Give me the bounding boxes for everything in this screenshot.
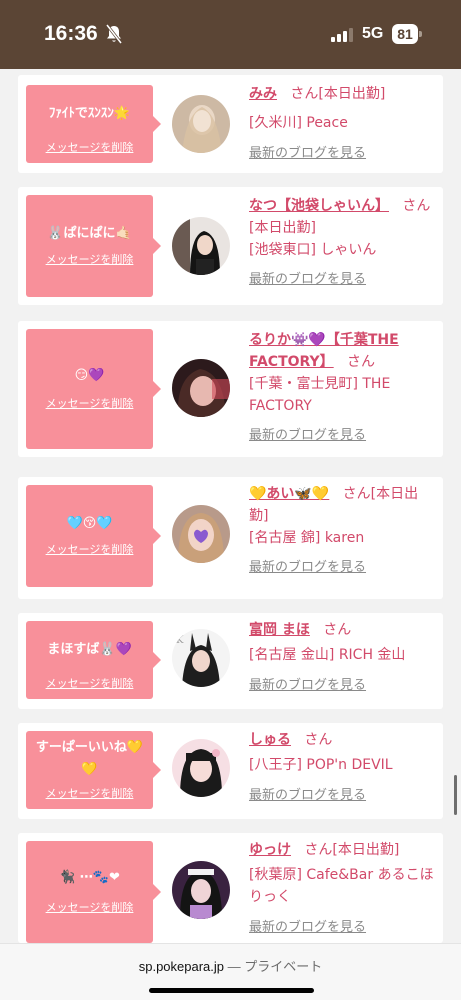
cast-name-link[interactable]: 富岡 まほ — [249, 622, 310, 638]
latest-blog-link[interactable]: 最新のブログを見る — [249, 557, 437, 579]
cast-info: みみ さん[本日出勤] [久米川] Peace 最新のブログを見る — [249, 83, 437, 165]
latest-blog-link[interactable]: 最新のブログを見る — [249, 675, 437, 697]
signal-icon — [331, 28, 353, 42]
cast-name-link[interactable]: みみ — [249, 86, 277, 102]
latest-blog-link[interactable]: 最新のブログを見る — [249, 785, 437, 807]
message-bubble: まほすば🐰💜 メッセージを削除 — [26, 621, 161, 699]
message-text: ﾌｧｲﾄでｽﾝｽﾝ🌟 — [48, 106, 131, 121]
address-bar[interactable]: sp.pokepara.jp — プライベート — [0, 956, 461, 975]
message-bubble: 🩵😚🩵 メッセージを削除 — [26, 485, 161, 587]
message-list: ﾌｧｲﾄでｽﾝｽﾝ🌟 メッセージを削除 みみ さん[本日出勤] [久米川] Pe… — [0, 69, 461, 943]
latest-blog-link[interactable]: 最新のブログを見る — [249, 425, 437, 447]
network-type: 5G — [362, 25, 384, 42]
domain-text: sp.pokepara.jp — [138, 959, 225, 974]
message-bubble: 😏💜 メッセージを削除 — [26, 329, 161, 449]
battery-level: 81 — [392, 24, 418, 44]
message-text: 🩵😚🩵 — [66, 516, 113, 531]
delete-message-link[interactable]: メッセージを削除 — [26, 675, 153, 691]
message-text: 🐈‍⬛ ⋯🐾❤ — [59, 870, 120, 885]
message-card: ﾌｧｲﾄでｽﾝｽﾝ🌟 メッセージを削除 みみ さん[本日出勤] [久米川] Pe… — [18, 75, 443, 173]
status-bar: 16:36 5G 81 — [0, 0, 461, 69]
avatar[interactable] — [172, 359, 230, 417]
shop-name: [秋葉原] Cafe&Bar あるこほりっく — [249, 867, 434, 905]
battery-icon: 81 — [392, 24, 422, 44]
message-card: 🐰ぱにぱに🤙🏻 メッセージを削除 なつ【池袋しゃいん】 さん[本日出勤] [池袋… — [18, 187, 443, 305]
latest-blog-link[interactable]: 最新のブログを見る — [249, 269, 437, 291]
cast-name-link[interactable]: るりか👾💜【千葉THE FACTORY】 — [249, 332, 399, 370]
cast-name-link[interactable]: 💛あい🦋💛 — [249, 486, 329, 502]
attendance: [本日出勤] — [332, 842, 400, 858]
cast-info: 富岡 まほ さん [名古屋 金山] RICH 金山 最新のブログを見る — [249, 619, 437, 697]
browser-bottom-bar: sp.pokepara.jp — プライベート — [0, 943, 461, 1000]
latest-blog-link[interactable]: 最新のブログを見る — [249, 143, 437, 165]
delete-message-link[interactable]: メッセージを削除 — [26, 251, 153, 267]
delete-message-link[interactable]: メッセージを削除 — [26, 785, 153, 801]
cast-info: ゆっけ さん[本日出勤] [秋葉原] Cafe&Bar あるこほりっく 最新のブ… — [249, 839, 437, 939]
message-text: 🐰ぱにぱに🤙🏻 — [47, 226, 132, 241]
clock: 16:36 — [44, 22, 98, 45]
message-bubble: 🐈‍⬛ ⋯🐾❤ メッセージを削除 — [26, 841, 161, 943]
message-text: 😏💜 — [74, 368, 105, 383]
cast-info: しゅる さん [八王子] POP'n DEVIL 最新のブログを見る — [249, 729, 437, 807]
private-label: プライベート — [244, 959, 323, 974]
cast-name-link[interactable]: しゅる — [249, 732, 291, 748]
avatar[interactable] — [172, 861, 230, 919]
shop-name: [八王子] POP'n DEVIL — [249, 757, 393, 773]
cast-name-link[interactable]: ゆっけ — [249, 842, 291, 858]
attendance: [本日出勤] — [318, 86, 386, 102]
cast-info: なつ【池袋しゃいん】 さん[本日出勤] [池袋東口] しゃいん 最新のブログを見… — [249, 195, 437, 291]
cast-info: るりか👾💜【千葉THE FACTORY】 さん [千葉・富士見町] THE FA… — [249, 329, 437, 447]
shop-name: [名古屋 錦] karen — [249, 530, 365, 546]
avatar[interactable] — [172, 739, 230, 797]
svg-text:K: K — [176, 635, 184, 646]
message-text: すーぱーいいね💛💛 — [35, 740, 144, 777]
avatar[interactable] — [172, 505, 230, 563]
shop-name: [千葉・富士見町] THE FACTORY — [249, 376, 391, 414]
shop-name: [池袋東口] しゃいん — [249, 242, 377, 258]
cast-name-link[interactable]: なつ【池袋しゃいん】 — [249, 198, 389, 214]
message-card: 🐈‍⬛ ⋯🐾❤ メッセージを削除 ゆっけ さん[本日出勤] [秋葉原] Cafe… — [18, 833, 443, 943]
bell-slash-icon — [105, 24, 123, 44]
home-indicator[interactable] — [149, 988, 314, 993]
message-bubble: ﾌｧｲﾄでｽﾝｽﾝ🌟 メッセージを削除 — [26, 85, 161, 163]
latest-blog-link[interactable]: 最新のブログを見る — [249, 917, 437, 939]
shop-name: [名古屋 金山] RICH 金山 — [249, 647, 406, 663]
message-bubble: すーぱーいいね💛💛 メッセージを削除 — [26, 731, 161, 809]
delete-message-link[interactable]: メッセージを削除 — [26, 541, 153, 557]
scroll-indicator[interactable] — [454, 775, 457, 815]
avatar[interactable]: K — [172, 629, 230, 687]
shop-name: [久米川] Peace — [249, 115, 348, 131]
delete-message-link[interactable]: メッセージを削除 — [26, 395, 153, 411]
message-bubble: 🐰ぱにぱに🤙🏻 メッセージを削除 — [26, 195, 161, 297]
avatar[interactable] — [172, 95, 230, 153]
delete-message-link[interactable]: メッセージを削除 — [26, 139, 153, 155]
cast-info: 💛あい🦋💛 さん[本日出勤] [名古屋 錦] karen 最新のブログを見る — [249, 483, 437, 579]
avatar[interactable] — [172, 217, 230, 275]
message-card: まほすば🐰💜 メッセージを削除 K 富岡 まほ さん [名古屋 金山] RICH… — [18, 613, 443, 709]
message-card: 😏💜 メッセージを削除 るりか👾💜【千葉THE FACTORY】 さん [千葉・… — [18, 321, 443, 457]
message-card: 🩵😚🩵 メッセージを削除 💛あい🦋💛 さん[本日出勤] [名古屋 錦] kare… — [18, 477, 443, 599]
delete-message-link[interactable]: メッセージを削除 — [26, 899, 153, 915]
message-text: まほすば🐰💜 — [47, 642, 132, 657]
message-card: すーぱーいいね💛💛 メッセージを削除 しゅる さん [八王子] POP'n DE… — [18, 723, 443, 819]
attendance: [本日出勤] — [249, 220, 316, 236]
